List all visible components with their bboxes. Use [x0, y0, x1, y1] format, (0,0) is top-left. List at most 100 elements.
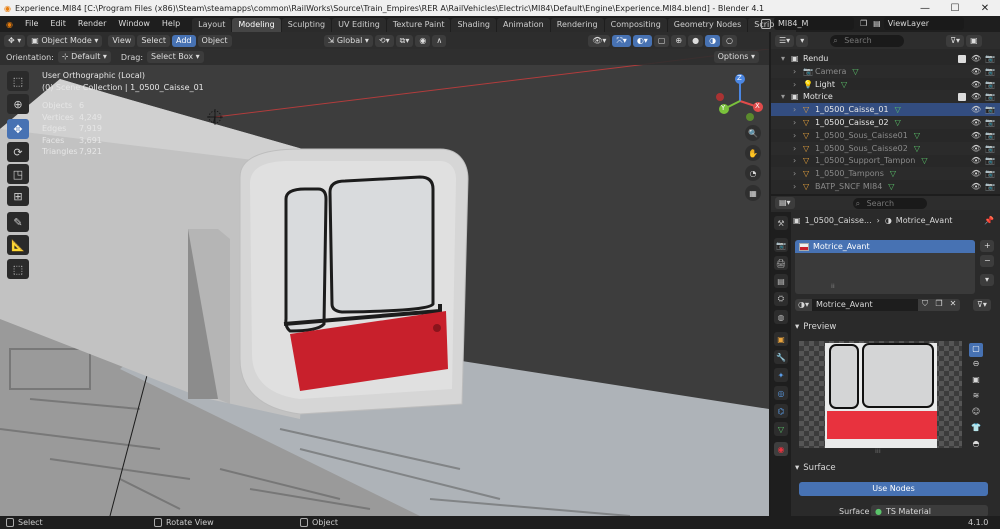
options-button[interactable]: Options ▾: [713, 51, 759, 63]
rendered-shading-icon[interactable]: ○: [722, 34, 738, 47]
annotate-tool-icon[interactable]: ✎: [7, 212, 29, 232]
render-camera-icon[interactable]: 📷: [985, 105, 995, 114]
constraints-tab-icon[interactable]: ⌬: [774, 404, 788, 418]
material-slot[interactable]: Motrice_Avant: [795, 240, 975, 253]
visibility-eye-icon[interactable]: 👁: [971, 182, 981, 191]
workspace-tab-layout[interactable]: Layout: [192, 18, 232, 32]
outliner-row[interactable]: › ▽ 1_0500_Tampons ▽ 👁 📷: [771, 167, 1000, 181]
maximize-button[interactable]: ☐: [940, 0, 970, 16]
visibility-eye-icon[interactable]: 👁: [971, 67, 981, 76]
render-camera-icon[interactable]: 📷: [985, 169, 995, 178]
visibility-eye-icon[interactable]: 👁: [971, 54, 981, 63]
workspace-tab-modeling[interactable]: Modeling: [232, 18, 281, 32]
remove-slot-button[interactable]: −: [980, 255, 994, 267]
pivot-icon[interactable]: ⟲▾: [374, 34, 394, 47]
render-camera-icon[interactable]: 📷: [985, 144, 995, 153]
preview-hair-icon[interactable]: ≋: [969, 391, 983, 405]
outliner-row[interactable]: › 💡 Light ▽ 👁 📷: [771, 78, 1000, 91]
navigation-gizmo[interactable]: Z X Y: [712, 71, 768, 127]
material-name-field[interactable]: Motrice_Avant: [812, 299, 918, 311]
output-tab-icon[interactable]: 🖨: [774, 256, 788, 270]
outliner-row[interactable]: › ▽ 1_0500_Support_Tampon ▽ 👁 📷: [771, 154, 1000, 167]
preview-flat-icon[interactable]: ▢: [969, 343, 983, 357]
workspace-tab-compositing[interactable]: Compositing: [604, 18, 667, 32]
viewport-menu-view[interactable]: View: [108, 34, 136, 47]
unlink-material-icon[interactable]: ✕: [946, 299, 960, 311]
slot-menu-button[interactable]: ▾: [980, 274, 994, 286]
expand-arrow-icon[interactable]: ▾: [781, 54, 791, 63]
pin-icon[interactable]: 📌: [984, 216, 994, 225]
render-camera-icon[interactable]: 📷: [985, 182, 995, 191]
scene-selector[interactable]: MI84_M: [774, 17, 854, 30]
expand-arrow-icon[interactable]: ▾: [781, 92, 791, 101]
expand-arrow-icon[interactable]: ›: [793, 144, 803, 153]
material-menu-icon[interactable]: ⊽▾: [973, 299, 991, 311]
view-layer-tab-icon[interactable]: ▤: [774, 274, 788, 288]
viewport-menu-select[interactable]: Select: [137, 34, 171, 47]
render-camera-icon[interactable]: 📷: [985, 92, 995, 101]
rotate-tool-icon[interactable]: ⟳: [7, 142, 29, 162]
drag-selector[interactable]: Select Box ▾: [147, 51, 204, 63]
preview-world-icon[interactable]: ◓: [969, 439, 983, 453]
modifier-tab-icon[interactable]: 🔧: [774, 350, 788, 364]
menu-help[interactable]: Help: [156, 16, 186, 32]
material-slot-list[interactable]: Motrice_Avant ⁞⁞: [795, 240, 975, 294]
view-layer-selector[interactable]: ViewLayer: [883, 17, 964, 30]
proportional-edit-icon[interactable]: ◉: [415, 34, 431, 47]
preview-cloth-icon[interactable]: 👕: [969, 423, 983, 437]
pan-hand-icon[interactable]: ✋: [745, 145, 761, 161]
outliner-row[interactable]: ▾ ▣ Motrice 👁 📷: [771, 90, 1000, 104]
xray-icon[interactable]: ▢: [653, 34, 670, 47]
render-camera-icon[interactable]: 📷: [985, 156, 995, 165]
visibility-eye-icon[interactable]: 👁: [971, 156, 981, 165]
outliner-filter-mode-icon[interactable]: ▾: [796, 34, 809, 47]
solid-shading-icon[interactable]: ●: [688, 34, 704, 47]
visibility-eye-icon[interactable]: 👁: [971, 80, 981, 89]
material-datablock[interactable]: ◑▾ Motrice_Avant ⛉ ❐ ✕: [795, 299, 975, 311]
zoom-icon[interactable]: 🔍: [745, 125, 761, 141]
snap-icon[interactable]: ⧉▾: [395, 34, 414, 47]
visibility-eye-icon[interactable]: 👁: [971, 169, 981, 178]
menu-window[interactable]: Window: [112, 16, 156, 32]
material-shading-icon[interactable]: ◑: [705, 34, 721, 47]
workspace-tab-sculpting[interactable]: Sculpting: [281, 18, 332, 32]
render-tab-icon[interactable]: 📷: [774, 238, 788, 252]
visibility-eye-icon[interactable]: 👁: [971, 118, 981, 127]
select-tool-icon[interactable]: ⬚: [7, 71, 29, 91]
workspace-tab-uv-editing[interactable]: UV Editing: [332, 18, 386, 32]
tool-tab-icon[interactable]: ⚒: [774, 216, 788, 230]
workspace-tab-rendering[interactable]: Rendering: [550, 18, 604, 32]
material-browse-icon[interactable]: ◑▾: [795, 299, 812, 311]
workspace-tab-shading[interactable]: Shading: [451, 18, 496, 32]
properties-search-input[interactable]: ⌕ Search: [852, 197, 927, 209]
viewport-menu-object[interactable]: Object: [197, 34, 232, 47]
render-camera-icon[interactable]: 📷: [985, 67, 995, 76]
transform-orientation-selector[interactable]: ⇲ Global ▾: [323, 34, 373, 47]
outliner-row[interactable]: › ▽ 1_0500_Caisse_02 ▽ 👁 📷: [771, 116, 1000, 129]
menu-file[interactable]: File: [19, 16, 44, 32]
expand-arrow-icon[interactable]: ›: [793, 80, 803, 89]
world-tab-icon[interactable]: ◍: [774, 310, 788, 324]
perspective-toggle-icon[interactable]: ▦: [745, 185, 761, 201]
render-camera-icon[interactable]: 📷: [985, 131, 995, 140]
blender-menu-icon[interactable]: ◉: [0, 20, 19, 29]
3d-viewport[interactable]: User Orthographic (Local) (0) Scene Coll…: [0, 49, 769, 516]
close-button[interactable]: ✕: [970, 0, 1000, 16]
outliner-editor-icon[interactable]: ☰▾: [775, 34, 795, 47]
expand-arrow-icon[interactable]: ›: [793, 131, 803, 140]
outliner-row[interactable]: › ▽ 1_0500_Sous_Caisse01 ▽ 👁 📷: [771, 129, 1000, 142]
visibility-eye-icon[interactable]: 👁: [971, 131, 981, 140]
properties-editor-icon[interactable]: ▤▾: [775, 197, 795, 209]
duplicate-material-icon[interactable]: ❐: [932, 299, 946, 311]
overlay-toggle-icon[interactable]: ◐▾: [632, 34, 652, 47]
outliner-search-input[interactable]: ⌕ Search: [830, 34, 905, 47]
preview-sphere-icon[interactable]: ⊖: [969, 359, 983, 373]
preview-header[interactable]: ▾ Preview: [795, 322, 836, 332]
visibility-eye-icon[interactable]: 👁: [971, 92, 981, 101]
mode-selector[interactable]: ▣ Object Mode ▾: [27, 34, 103, 47]
measure-tool-icon[interactable]: 📐: [7, 235, 29, 255]
new-collection-icon[interactable]: ▣: [966, 34, 982, 47]
material-tab-icon[interactable]: ◉: [774, 442, 788, 456]
menu-render[interactable]: Render: [72, 16, 112, 32]
filter-icon[interactable]: ⊽▾: [946, 34, 965, 47]
